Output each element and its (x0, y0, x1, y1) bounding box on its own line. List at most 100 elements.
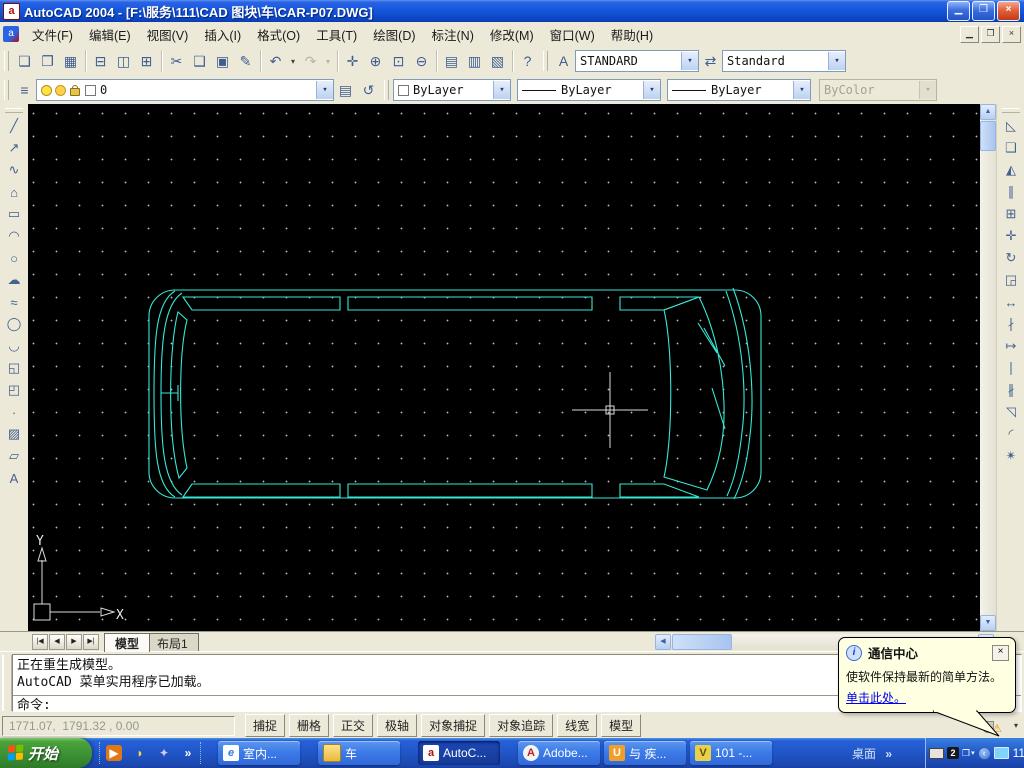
chevron-down-icon[interactable]: ▾ (643, 81, 660, 99)
draw-ellipse-arc-button[interactable]: ◡ (2, 335, 26, 357)
desktop-overflow-icon[interactable]: » (885, 747, 892, 761)
draw-mtext-button[interactable]: A (2, 467, 26, 489)
zoom-previous-button[interactable]: ⊖ (410, 50, 433, 73)
layer-combo[interactable]: 0 ▾ (36, 79, 334, 101)
toolbar-grip[interactable] (384, 80, 389, 100)
scroll-down-button[interactable]: ▼ (980, 615, 996, 631)
properties-button[interactable]: ▤ (440, 50, 463, 73)
chevron-down-icon[interactable]: ▾ (828, 52, 845, 70)
draw-point-button[interactable]: ∙ (2, 401, 26, 423)
tab-last-button[interactable]: ▶| (83, 634, 99, 650)
taskbar-clock[interactable]: 11:47 (1013, 746, 1024, 760)
task-folder-car[interactable]: 车 (318, 741, 400, 765)
draw-circle-button[interactable]: ○ (2, 247, 26, 269)
modify-fillet-button[interactable]: ◜ (999, 423, 1023, 445)
draw-polyline-button[interactable]: ∿ (2, 159, 26, 181)
vertical-scrollbar[interactable]: ▲ ▼ (980, 104, 996, 631)
tab-next-button[interactable]: ▶ (66, 634, 82, 650)
layer-states-button[interactable]: ▤ (334, 79, 357, 102)
toolbar-grip[interactable] (5, 108, 23, 113)
desktop-label[interactable]: 桌面 (852, 747, 876, 761)
menu-view[interactable]: 视图(V) (139, 22, 197, 47)
modify-rotate-button[interactable]: ↻ (999, 247, 1023, 269)
quicklaunch-overflow-icon[interactable]: » (178, 743, 198, 763)
chevron-down-icon[interactable]: ▾ (316, 81, 333, 99)
drawing-canvas[interactable]: Y X (28, 104, 980, 631)
modify-scale-button[interactable]: ◲ (999, 269, 1023, 291)
toolbar-grip[interactable] (4, 80, 9, 100)
status-lineweight-button[interactable]: 线宽 (557, 714, 598, 737)
status-polar-button[interactable]: 极轴 (377, 714, 418, 737)
linetype-combo[interactable]: ByLayer ▾ (517, 79, 661, 101)
status-ortho-button[interactable]: 正交 (333, 714, 374, 737)
modify-break-button[interactable]: ∦ (999, 379, 1023, 401)
scroll-left-button[interactable]: ◀ (655, 634, 671, 650)
help-button[interactable]: ? (516, 50, 539, 73)
text-style-combo[interactable]: STANDARD ▾ (575, 50, 699, 72)
status-otrack-button[interactable]: 对象追踪 (489, 714, 554, 737)
tray-window-icon[interactable]: ❐ (962, 748, 970, 759)
task-interior[interactable]: e 室内... (218, 741, 300, 765)
draw-arc-button[interactable]: ◠ (2, 225, 26, 247)
designcenter-button[interactable]: ▥ (463, 50, 486, 73)
layer-freeze-icon[interactable] (55, 84, 66, 96)
draw-polygon-button[interactable]: ⌂ (2, 181, 26, 203)
vertical-scroll-thumb[interactable] (980, 121, 996, 151)
status-model-button[interactable]: 模型 (601, 714, 642, 737)
chevron-down-icon[interactable]: ▾ (493, 81, 510, 99)
undo-button[interactable]: ↶ (264, 50, 287, 73)
modify-move-button[interactable]: ✛ (999, 225, 1023, 247)
modify-explode-button[interactable]: ✴ (999, 445, 1023, 467)
menu-window[interactable]: 窗口(W) (542, 22, 603, 47)
mdi-minimize-button[interactable]: ▁ (960, 25, 979, 43)
balloon-link[interactable]: 单击此处。 (839, 685, 913, 706)
zoom-realtime-button[interactable]: ⊕ (364, 50, 387, 73)
status-grid-button[interactable]: 栅格 (289, 714, 330, 737)
quicklaunch-media-player-icon[interactable]: ▶ (106, 745, 122, 761)
tab-model[interactable]: 模型 (104, 633, 151, 652)
modify-chamfer-button[interactable]: ◹ (999, 401, 1023, 423)
print-button[interactable]: ⊟ (89, 50, 112, 73)
open-button[interactable]: ❐ (36, 50, 59, 73)
modify-array-button[interactable]: ⊞ (999, 203, 1023, 225)
layer-previous-button[interactable]: ↺ (357, 79, 380, 102)
close-button[interactable]: × (997, 1, 1020, 21)
tray-dropdown-icon[interactable]: ▾ (971, 749, 975, 757)
draw-ellipse-button[interactable]: ◯ (2, 313, 26, 335)
chevron-down-icon[interactable]: ▾ (681, 52, 698, 70)
scroll-up-button[interactable]: ▲ (980, 104, 996, 120)
menu-insert[interactable]: 插入(I) (196, 22, 249, 47)
tab-layout1[interactable]: 布局1 (146, 633, 199, 652)
draw-hatch-button[interactable]: ▨ (2, 423, 26, 445)
modify-copy-button[interactable]: ❑ (999, 137, 1023, 159)
pan-button[interactable]: ✛ (341, 50, 364, 73)
minimize-button[interactable]: ▁ (947, 1, 970, 21)
draw-region-button[interactable]: ▱ (2, 445, 26, 467)
layer-color-swatch[interactable] (85, 84, 96, 96)
start-button[interactable]: 开始 (0, 738, 92, 768)
modify-stretch-button[interactable]: ↔ (999, 291, 1023, 313)
menu-dimension[interactable]: 标注(N) (424, 22, 482, 47)
toolbar-grip[interactable] (543, 51, 548, 71)
status-snap-button[interactable]: 捕捉 (245, 714, 286, 737)
coordinates-readout[interactable]: 1771.07, 1791.32 , 0.00 (2, 715, 235, 736)
draw-spline-button[interactable]: ≈ (2, 291, 26, 313)
menu-help[interactable]: 帮助(H) (603, 22, 661, 47)
undo-list-button[interactable]: ▾ (287, 50, 299, 73)
status-bar-menu-arrow-icon[interactable]: ▾ (1014, 721, 1018, 730)
chevron-down-icon[interactable]: ▾ (793, 81, 810, 99)
publish-button[interactable]: ⊞ (135, 50, 158, 73)
mdi-restore-button[interactable]: ❐ (981, 25, 1000, 43)
modify-extend-button[interactable]: ↦ (999, 335, 1023, 357)
dim-style-button[interactable]: ⇄ (699, 50, 722, 73)
layer-lock-icon[interactable] (70, 84, 80, 96)
menu-modify[interactable]: 修改(M) (482, 22, 542, 47)
cut-button[interactable]: ✂ (165, 50, 188, 73)
menu-draw[interactable]: 绘图(D) (365, 22, 423, 47)
draw-rectangle-button[interactable]: ▭ (2, 203, 26, 225)
menu-tools[interactable]: 工具(T) (308, 22, 365, 47)
quicklaunch-show-desktop-icon[interactable]: ◗ (130, 743, 150, 763)
menu-format[interactable]: 格式(O) (249, 22, 308, 47)
new-button[interactable]: ❏ (13, 50, 36, 73)
layer-manager-button[interactable]: ≡ (13, 79, 36, 102)
